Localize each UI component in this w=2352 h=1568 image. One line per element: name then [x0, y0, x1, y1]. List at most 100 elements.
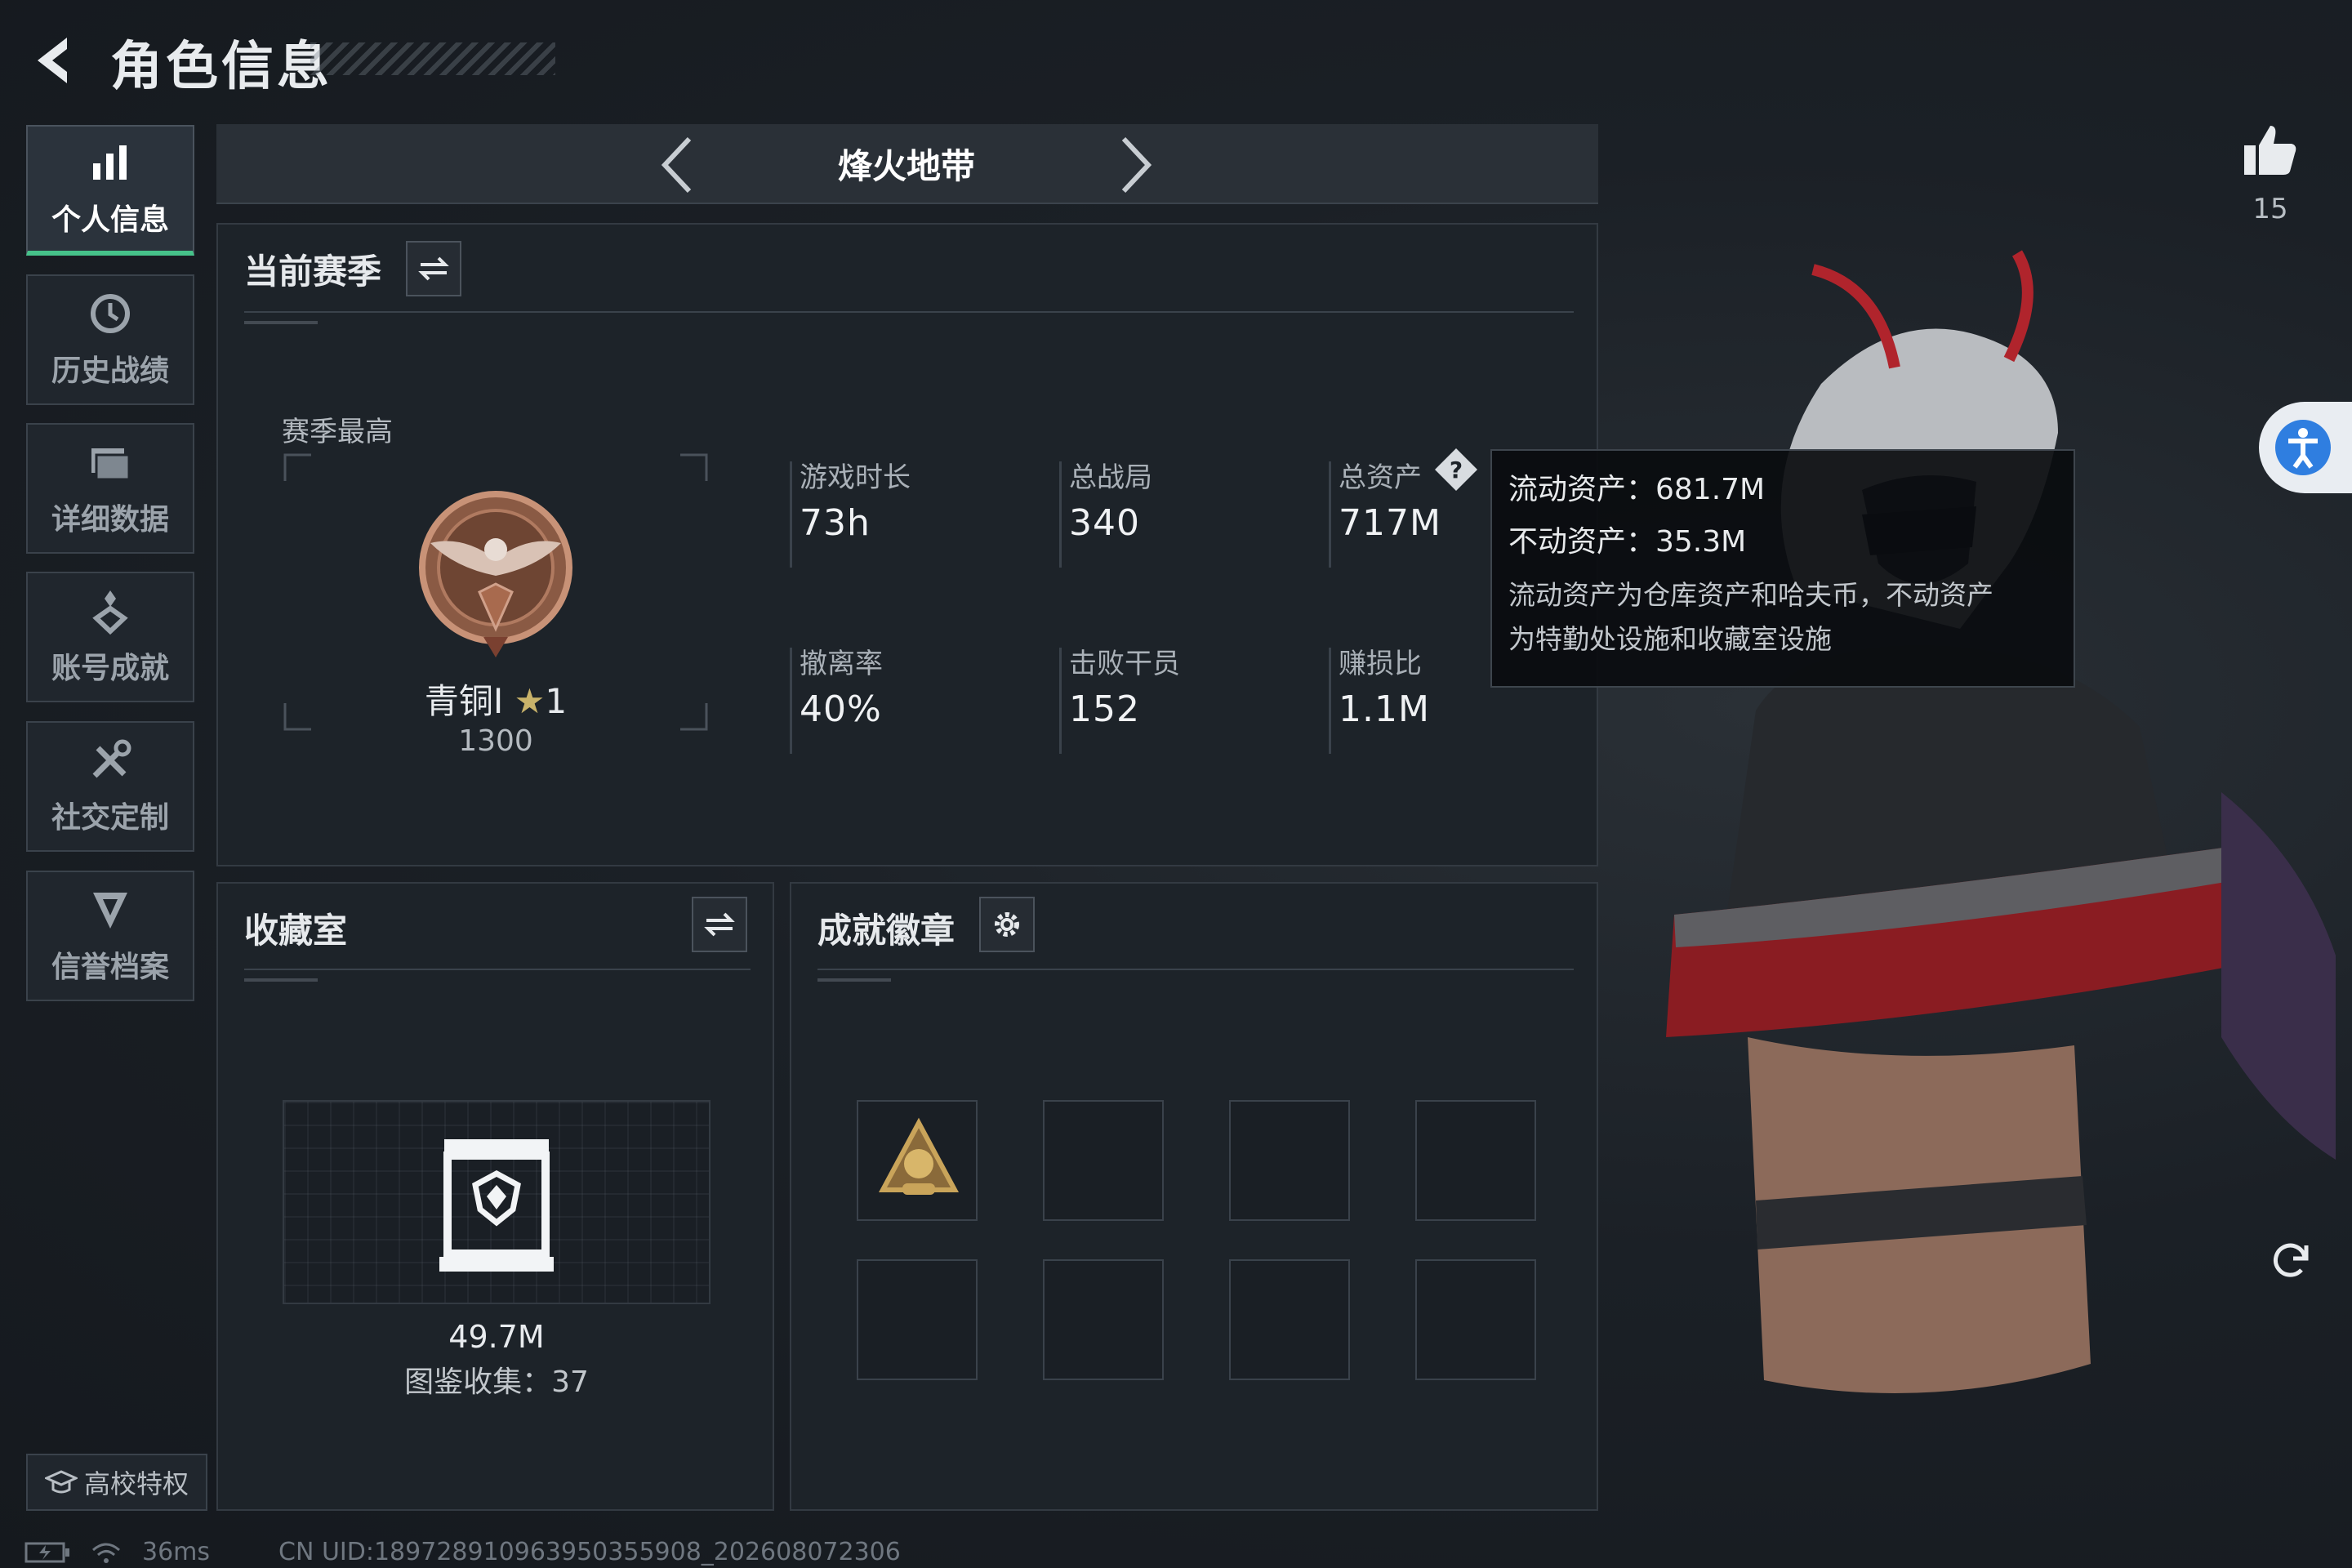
back-arrow-icon[interactable]: [24, 31, 83, 90]
rotate-icon[interactable]: [2267, 1237, 2313, 1283]
title-decoration: [310, 42, 555, 75]
decoration-dash: [244, 978, 318, 982]
collection-count: 图鉴收集：37: [404, 1365, 589, 1399]
asset-tooltip: 流动资产：681.7M 不动资产：35.3M 流动资产为仓库资产和哈夫币，不动资…: [1490, 449, 2075, 688]
badge-slot[interactable]: [1043, 1259, 1164, 1380]
sidebar-item-label: 账号成就: [51, 652, 169, 685]
stat-divider: [790, 648, 792, 754]
decoration-dash: [244, 321, 318, 324]
folder-icon: [91, 448, 131, 481]
stat-label: 击败干员: [1069, 648, 1180, 680]
achievement-badge-icon: [878, 1117, 960, 1195]
sidebar-item-detailed-data[interactable]: 详细数据: [26, 423, 194, 554]
asset-note: 流动资产为仓库资产和哈夫币，不动资产 为特勤处设施和收藏室设施: [1508, 573, 2057, 662]
chevron-right-icon[interactable]: [1111, 132, 1160, 198]
badge-slot[interactable]: [857, 1259, 978, 1380]
divider: [817, 969, 1574, 970]
history-icon: [91, 294, 130, 333]
season-title: 当前赛季: [244, 252, 382, 292]
tools-icon: [92, 739, 131, 778]
bronze-rank-emblem-icon: [419, 491, 572, 657]
season-best-label: 赛季最高: [282, 416, 393, 448]
badge-slot[interactable]: [1043, 1100, 1164, 1221]
rank-name: 青铜I: [424, 681, 504, 721]
star-icon: ★: [514, 681, 546, 721]
stat-label: 游戏时长: [800, 461, 911, 494]
gear-icon: [995, 912, 1019, 937]
help-icon[interactable]: ?: [1433, 447, 1479, 492]
season-switch-button[interactable]: [406, 241, 461, 296]
divider: [244, 311, 1574, 313]
stat-label: 总资产: [1339, 461, 1422, 494]
badges-title: 成就徽章: [817, 911, 956, 951]
college-perk-button[interactable]: 高校特权: [26, 1454, 207, 1511]
character-model[interactable]: [1552, 220, 2352, 1568]
sidebar-item-social-custom[interactable]: 社交定制: [26, 721, 194, 852]
accessibility-button[interactable]: [2259, 402, 2352, 493]
stat-value: 73h: [800, 502, 871, 544]
stat-value: 152: [1069, 688, 1140, 730]
college-perk-label: 高校特权: [83, 1468, 189, 1499]
status-bar: 36ms CN UID:1897289109639503559​08_20260…: [24, 1538, 901, 1566]
sidebar-item-history[interactable]: 历史战绩: [26, 274, 194, 405]
battery-icon: [24, 1542, 69, 1562]
fixed-assets: 不动资产：35.3M: [1508, 525, 1747, 559]
stat-value: 40%: [800, 688, 882, 730]
achievement-badges-panel: 成就徽章: [790, 882, 1598, 1511]
switch-icon: [704, 912, 735, 937]
achievement-icon: [92, 590, 128, 635]
stat-label: 赚损比: [1339, 648, 1422, 680]
rank-stars: 1: [545, 681, 568, 721]
decoration-dash: [817, 978, 891, 982]
display-case-icon: [439, 1139, 554, 1272]
sidebar-item-label: 详细数据: [51, 503, 169, 537]
stat-divider: [1059, 461, 1062, 568]
switch-icon: [418, 256, 449, 281]
divider: [244, 969, 751, 970]
stat-label: 撤离率: [800, 648, 883, 680]
badge-settings-button[interactable]: [979, 897, 1035, 952]
sidebar-item-credit-record[interactable]: 信誉档案: [26, 871, 194, 1001]
ping-text: 36ms: [142, 1538, 211, 1566]
graduation-cap-icon: [44, 1470, 78, 1494]
rank-points: 1300: [458, 724, 533, 758]
badge-slot[interactable]: [1229, 1100, 1350, 1221]
collection-title: 收藏室: [244, 911, 348, 951]
sidebar-item-label: 历史战绩: [51, 354, 169, 388]
sidebar-item-achievements[interactable]: 账号成就: [26, 572, 194, 702]
mode-title: 烽火地带: [837, 146, 975, 186]
stat-divider: [1329, 461, 1331, 568]
badge-slot[interactable]: [1229, 1259, 1350, 1380]
asset-note-line: 流动资产为仓库资产和哈夫币，不动资产: [1508, 579, 1993, 611]
rank-row: 青铜I ★1: [414, 674, 577, 724]
collection-display-case[interactable]: [283, 1100, 710, 1304]
badge-slot[interactable]: [1415, 1100, 1536, 1221]
stat-value: 1.1M: [1339, 688, 1430, 730]
like-count: 15: [2252, 193, 2288, 225]
stat-label: 总战局: [1069, 461, 1152, 494]
asset-note-line: 为特勤处设施和收藏室设施: [1508, 623, 1832, 655]
sidebar-item-personal-info[interactable]: 个人信息: [26, 125, 194, 256]
liquid-assets: 流动资产：681.7M: [1508, 473, 1766, 506]
stat-divider: [1059, 648, 1062, 754]
current-season-panel: 当前赛季 赛季最高 青铜I ★1 1300 游戏时长 73h 总战局 340 总…: [216, 223, 1598, 866]
badge-slot[interactable]: [1415, 1259, 1536, 1380]
collection-switch-button[interactable]: [692, 897, 747, 952]
badge-slot[interactable]: [857, 1100, 978, 1221]
stat-divider: [1329, 648, 1331, 754]
stat-value: 717M: [1339, 502, 1441, 544]
bar-chart-icon: [93, 145, 127, 180]
sidebar-item-label: 个人信息: [51, 203, 169, 237]
stat-value: 340: [1069, 502, 1140, 544]
svg-text:?: ?: [1450, 457, 1463, 483]
stat-divider: [790, 461, 792, 568]
wifi-icon: [92, 1543, 120, 1563]
accessibility-icon: [2275, 420, 2331, 475]
shield-icon: [93, 893, 127, 929]
thumbs-up-icon[interactable]: [2241, 121, 2300, 180]
collection-value: 49.7M: [448, 1319, 545, 1355]
page-title: 角色信息: [110, 37, 332, 97]
uid-text: CN UID:1897289109639503559​08_2026080723…: [278, 1538, 901, 1566]
chevron-left-icon[interactable]: [653, 132, 702, 198]
sidebar-item-label: 社交定制: [51, 801, 169, 835]
